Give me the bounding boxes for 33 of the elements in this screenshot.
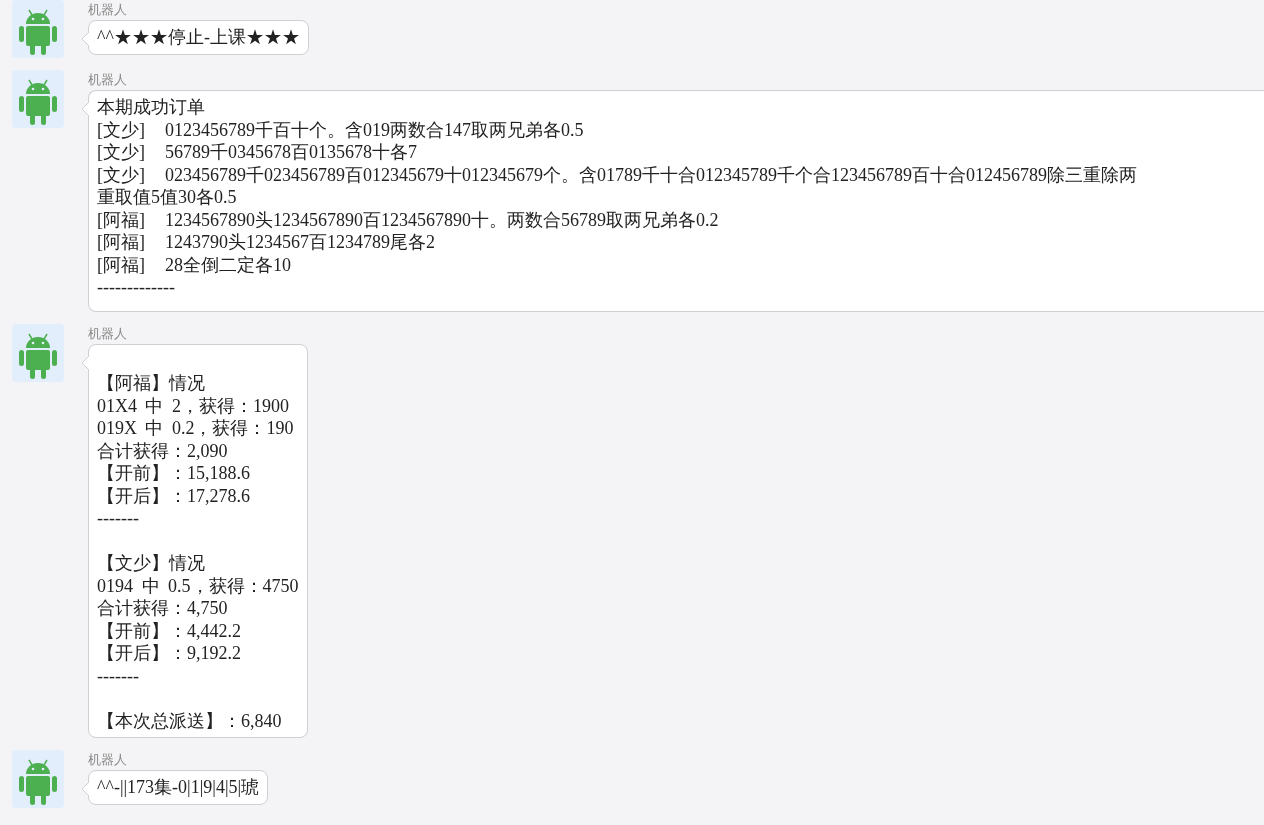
message-line: ^^-||173集-0|1|9|4|5|琥 — [97, 776, 260, 799]
message-line: [阿福] 1243790头1234567百1234789尾各2 — [97, 231, 436, 254]
message-line: 【开前】：4,442.2 — [97, 619, 242, 642]
message-line: [阿福] 1234567890头1234567890百1234567890十。两数合56789取两兄弟各0.2 — [97, 208, 720, 231]
android-avatar-icon — [12, 0, 64, 58]
sender-name: 机器人 — [88, 71, 128, 89]
message-line: 重取值5值30各0.5 — [97, 186, 238, 209]
message-line: 0194 中 0.5，获得：4750 — [97, 574, 299, 597]
message-line: 【开前】：15,188.6 — [97, 462, 251, 485]
message-line: 【本次总派送】：6,840 — [97, 709, 283, 732]
message-line: 019X 中 0.2，获得：190 — [97, 417, 295, 440]
message-line: 【文少】情况 — [97, 552, 206, 575]
sender-name: 机器人 — [88, 751, 127, 769]
message-line: ------- — [97, 664, 140, 687]
android-avatar-icon — [12, 750, 64, 808]
message-line: [文少] 0123456789千百十个。含019两数合147取两兄弟各0.5 — [97, 118, 585, 141]
message-line: ------------- — [97, 276, 176, 299]
message-line: 【开后】：17,278.6 — [97, 484, 251, 507]
message-line: ------- — [97, 507, 140, 530]
sender-name: 机器人 — [88, 1, 127, 19]
message-line: 【开后】：9,192.2 — [97, 642, 242, 665]
message-line: 【阿福】情况 — [97, 372, 206, 395]
message-line: [阿福] 28全倒二定各10 — [97, 253, 292, 276]
message-line: 本期成功订单 — [97, 96, 206, 119]
message-line: [文少] 56789千0345678百0135678十各7 — [97, 141, 418, 164]
android-avatar-icon — [12, 323, 64, 382]
sender-name: 机器人 — [88, 324, 127, 343]
message-line: 01X4 中 2，获得：1900 — [97, 394, 290, 417]
message-line: ^^★★★停止-上课★★★ — [97, 26, 300, 49]
message-line: [文少] 023456789千023456789百012345679十012345679个。含01789千十合012345789千个合123456789百十合012456789除三重除两 — [97, 163, 1138, 186]
message-line: 合计获得：4,750 — [97, 597, 229, 620]
android-avatar-icon — [12, 70, 64, 128]
message-line: 合计获得：2,090 — [97, 439, 229, 462]
